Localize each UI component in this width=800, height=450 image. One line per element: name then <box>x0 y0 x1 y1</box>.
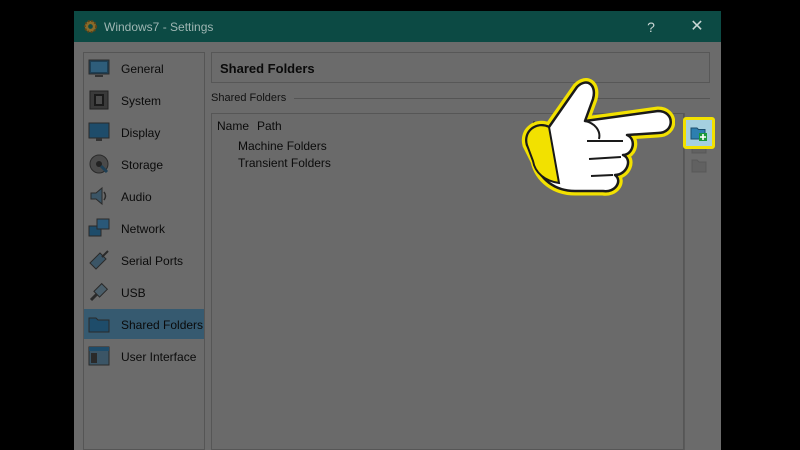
sidebar-item-label: Network <box>121 222 166 236</box>
sidebar-item-label: User Interface <box>121 350 197 364</box>
sidebar-item-label: USB <box>121 286 146 300</box>
settings-sidebar: General System Display Storage Audio Net… <box>83 52 205 450</box>
sidebar-item-label: System <box>121 94 162 108</box>
usb-icon <box>89 282 109 302</box>
section-label: Shared Folders <box>211 92 287 104</box>
tree-row-transient-folders[interactable]: Transient Folders <box>238 156 331 170</box>
sidebar-item-label: Audio <box>121 190 152 204</box>
audio-icon <box>90 186 107 206</box>
folder-toolbar <box>684 113 711 450</box>
column-header-name[interactable]: Name <box>217 119 249 133</box>
sidebar-item-label: Display <box>121 126 161 140</box>
display-icon <box>88 122 110 141</box>
page-title: Shared Folders <box>220 61 315 76</box>
system-icon <box>89 90 109 110</box>
network-icon <box>88 218 110 237</box>
sidebar-item-audio[interactable]: Audio <box>84 181 204 211</box>
virtualbox-gear-icon <box>83 19 98 34</box>
storage-icon <box>89 154 109 174</box>
sidebar-item-label: General <box>121 62 164 76</box>
sidebar-item-label: Shared Folders <box>121 318 204 332</box>
sidebar-item-general[interactable]: General <box>84 53 204 83</box>
general-icon <box>88 59 110 77</box>
tree-row-machine-folders[interactable]: Machine Folders <box>238 139 327 153</box>
window-title: Windows7 - Settings <box>104 20 214 34</box>
help-button[interactable]: ? <box>640 16 662 38</box>
sidebar-item-system[interactable]: System <box>84 85 204 115</box>
sidebar-item-shared-folders[interactable]: Shared Folders <box>84 309 204 339</box>
sidebar-item-network[interactable]: Network <box>84 213 204 243</box>
sidebar-item-user-interface[interactable]: User Interface <box>84 341 204 371</box>
add-shared-folder-icon <box>690 127 707 141</box>
title-bar: Windows7 - Settings ? ✕ <box>74 11 721 42</box>
pointing-hand-icon <box>521 78 675 196</box>
remove-shared-folder-icon[interactable] <box>688 156 710 176</box>
sidebar-item-serial-ports[interactable]: Serial Ports <box>84 245 204 275</box>
add-shared-folder-button[interactable] <box>683 117 715 149</box>
sidebar-item-label: Storage <box>121 158 164 172</box>
sidebar-item-storage[interactable]: Storage <box>84 149 204 179</box>
shared-folders-icon <box>88 317 110 333</box>
serial-ports-icon <box>89 250 109 270</box>
sidebar-item-usb[interactable]: USB <box>84 277 204 307</box>
close-button[interactable]: ✕ <box>686 16 708 38</box>
sidebar-item-display[interactable]: Display <box>84 117 204 147</box>
sidebar-item-label: Serial Ports <box>121 254 184 268</box>
user-interface-icon <box>88 346 110 366</box>
column-header-path[interactable]: Path <box>257 119 282 133</box>
